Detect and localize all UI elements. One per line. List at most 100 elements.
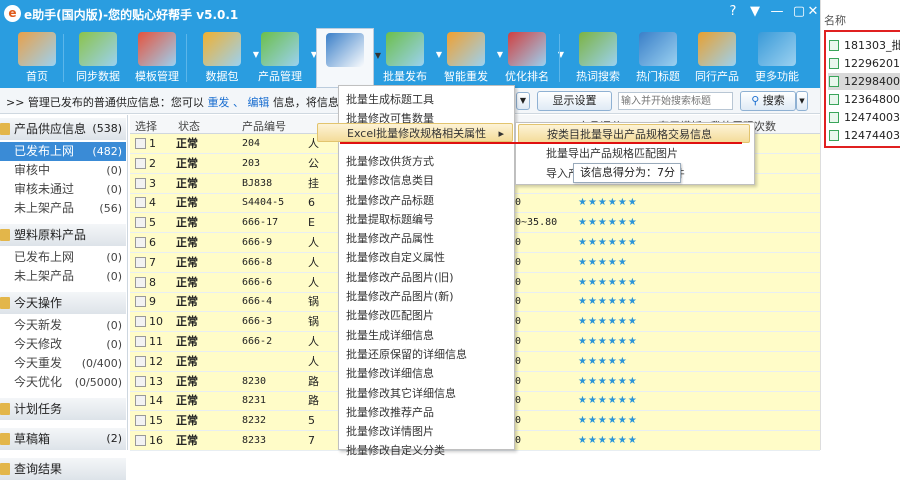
file-item[interactable]: 123648007_: [828, 91, 900, 108]
menu-item[interactable]: 批量修改其它详细信息: [346, 384, 456, 403]
sidebar-item[interactable]: 今天新发 (0): [0, 316, 126, 335]
row-checkbox[interactable]: [135, 177, 146, 189]
row-checkbox[interactable]: [135, 276, 146, 288]
sidebar-item[interactable]: 今天优化 (0/5000): [0, 373, 126, 392]
row-status: 正常: [176, 335, 198, 348]
row-number: 9: [149, 295, 156, 309]
file-item[interactable]: 124740032_: [828, 109, 900, 126]
menu-item[interactable]: 批量修改自定义属性: [346, 248, 445, 267]
menu-item[interactable]: 批量还原保留的详细信息: [346, 345, 467, 364]
repost-link[interactable]: 重发: [207, 96, 229, 109]
folder-icon: [0, 433, 10, 445]
row-product-code: 8230: [242, 375, 267, 387]
row-checkbox[interactable]: [135, 237, 146, 248]
menu-item[interactable]: 批量修改供货方式: [346, 152, 434, 171]
menu-item[interactable]: 批量生成标题工具: [346, 90, 434, 109]
sidebar-item[interactable]: 已发布上网 (482): [0, 142, 126, 161]
sidebar-group[interactable]: 产品供应信息 (538): [0, 118, 126, 140]
file-item[interactable]: 122962013_: [828, 55, 900, 72]
row-checkbox[interactable]: [135, 138, 146, 149]
row-checkbox[interactable]: [135, 296, 146, 308]
sidebar-item[interactable]: 审核未通过 (0): [0, 180, 126, 199]
sidebar-group[interactable]: 草稿箱 (2): [0, 428, 126, 450]
sidebar-group[interactable]: 计划任务: [0, 398, 126, 420]
toolbar-button-hot-titles[interactable]: 热门标题: [629, 28, 687, 88]
menu-item[interactable]: 批量修改产品图片(旧): [346, 268, 454, 287]
row-status: 正常: [176, 315, 198, 329]
menu-item[interactable]: 批量修改详情图片: [346, 422, 434, 441]
file-name: 122962013_: [844, 57, 900, 70]
row-checkbox[interactable]: [135, 336, 146, 347]
menu-item[interactable]: 批量修改自定义分类: [346, 441, 445, 460]
menu-item[interactable]: 批量修改推荐产品: [346, 403, 434, 422]
name-column-header: 名称: [824, 14, 846, 27]
row-checkbox[interactable]: [135, 197, 146, 209]
sidebar-item[interactable]: 未上架产品 (0): [0, 267, 126, 286]
menu-item[interactable]: 批量修改产品属性: [346, 229, 434, 248]
search-input[interactable]: [618, 92, 733, 110]
row-product-code: 666-2: [242, 336, 273, 347]
sidebar-item[interactable]: 审核中 (0): [0, 161, 126, 180]
row-checkbox[interactable]: [135, 217, 146, 229]
display-settings-button[interactable]: 显示设置: [537, 91, 612, 111]
menu-item[interactable]: 批量修改信息类目: [346, 171, 434, 190]
row-price: 0: [515, 375, 522, 387]
toolbar-button-more-functions[interactable]: 更多功能: [748, 28, 806, 88]
file-item[interactable]: 181303_批量: [828, 37, 900, 54]
col-product-code[interactable]: 产品编号: [242, 118, 286, 134]
sidebar-group[interactable]: 今天操作: [0, 292, 126, 314]
sidebar-group[interactable]: 塑料原料产品: [0, 224, 126, 246]
menu-item[interactable]: 批量提取标题编号: [346, 210, 434, 229]
submenu-item[interactable]: 批量导出产品规格匹配图片: [546, 144, 678, 163]
row-number: 12: [149, 354, 163, 368]
col-select[interactable]: 选择: [135, 118, 157, 134]
menu-item[interactable]: 批量修改产品标题: [346, 191, 434, 210]
search-button[interactable]: ⚲ 搜索: [740, 91, 796, 111]
sidebar-group[interactable]: 查询结果: [0, 458, 126, 480]
file-item[interactable]: 122984008_: [828, 73, 900, 90]
minimize-button[interactable]: —: [766, 2, 788, 22]
toolbar-button-sync-download[interactable]: 同步数据: [69, 28, 127, 88]
row-checkbox[interactable]: [135, 157, 146, 169]
item-label: 已发布上网: [14, 250, 75, 264]
close-button[interactable]: ✕: [802, 2, 824, 22]
menu-item[interactable]: 批量修改详细信息: [346, 364, 434, 383]
toolbar-button-excel-edit[interactable]: ▼: [316, 28, 381, 88]
toolbar-button-peer-products[interactable]: 同行产品: [688, 28, 746, 88]
toolbar-button-product-manage[interactable]: 产品管理 ▼: [251, 28, 317, 88]
row-checkbox[interactable]: [135, 316, 146, 328]
row-checkbox[interactable]: [135, 435, 146, 446]
help-button[interactable]: ?: [722, 2, 744, 22]
row-product-code: 666-8: [242, 256, 273, 268]
menu-item[interactable]: 批量修改产品图片(新): [346, 287, 454, 306]
row-checkbox[interactable]: [135, 395, 146, 407]
toolbar-button-batch-publish[interactable]: 批量发布 ▼: [376, 28, 442, 88]
file-item[interactable]: 124744034_: [828, 127, 900, 144]
row-checkbox[interactable]: [135, 355, 146, 367]
toolbar-button-ranking[interactable]: 优化排名 ▼: [498, 28, 564, 88]
toolbar-button-home[interactable]: 首页: [8, 28, 66, 88]
toolbar-button-smart-repost[interactable]: 智能重发 ▼: [437, 28, 503, 88]
toolbar-button-template-gear[interactable]: 模板管理: [128, 28, 186, 88]
row-checkbox[interactable]: [135, 256, 146, 268]
sidebar-item[interactable]: 今天重发 (0/400): [0, 354, 126, 373]
submenu-item[interactable]: 按类目批量导出产品规格交易信息: [518, 124, 750, 143]
row-status: 正常: [176, 236, 198, 249]
toolbar-button-data-package[interactable]: 数据包 ▼: [193, 28, 259, 88]
menu-item[interactable]: Excel批量修改规格相关属性 ▸: [317, 123, 513, 142]
menu-item[interactable]: 批量生成详细信息: [346, 326, 434, 345]
edit-link[interactable]: 编辑: [247, 96, 269, 109]
row-title-fragment: 人: [308, 255, 319, 269]
row-number: 7: [149, 255, 156, 269]
row-checkbox[interactable]: [135, 375, 146, 387]
col-status[interactable]: 状态: [178, 118, 200, 134]
menu-item[interactable]: 批量修改匹配图片: [346, 306, 434, 325]
sidebar-item[interactable]: 今天修改 (0): [0, 335, 126, 354]
search-dropdown-arrow[interactable]: ▼: [796, 91, 808, 111]
menu-button[interactable]: ▼: [744, 2, 766, 22]
sidebar-item[interactable]: 已发布上网 (0): [0, 248, 126, 267]
filter-dropdown-arrow[interactable]: ▼: [516, 92, 530, 110]
row-checkbox[interactable]: [135, 415, 146, 427]
toolbar-button-hot-words[interactable]: 热词搜索: [569, 28, 627, 88]
sidebar-item[interactable]: 未上架产品 (56): [0, 199, 126, 218]
